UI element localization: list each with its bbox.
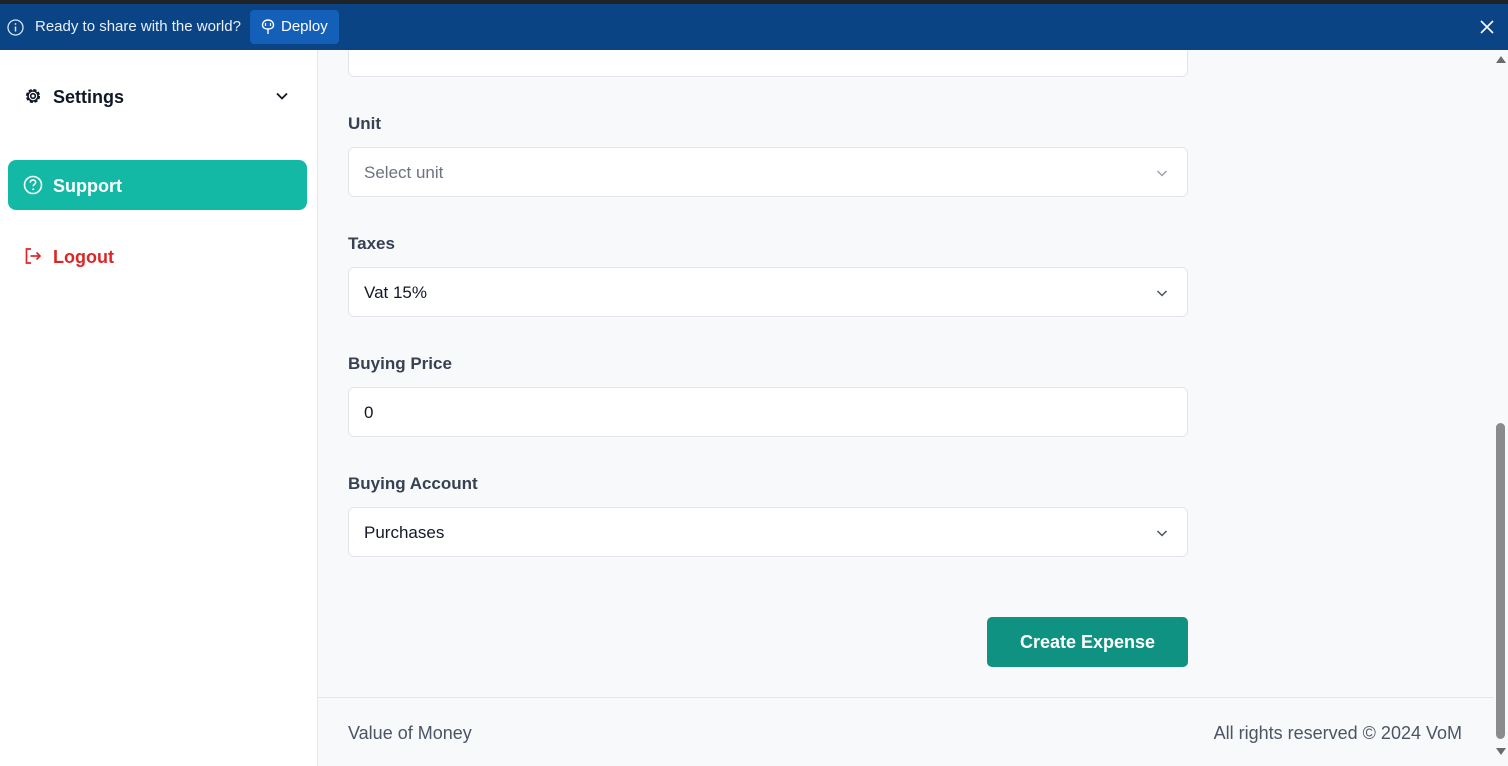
buying-price-value: 0 [364, 403, 374, 422]
footer-brand: Value of Money [348, 723, 472, 743]
sidebar: Settings Support Logout [0, 47, 318, 766]
buying-account-value: Purchases [364, 523, 445, 542]
unit-select[interactable]: Select unit [348, 147, 1188, 197]
sidebar-item-label: Support [53, 176, 122, 196]
close-icon[interactable] [1480, 20, 1494, 34]
sidebar-item-logout[interactable]: Logout [8, 236, 307, 276]
deploy-label: Deploy [281, 18, 328, 35]
main-content: Unit Select unit Taxes Vat 15% Buying Pr… [318, 26, 1494, 766]
sidebar-item-settings[interactable]: Settings [8, 76, 307, 116]
deploy-icon [261, 19, 275, 34]
buying-price-input[interactable]: 0 [348, 387, 1188, 437]
banner-message: Ready to share with the world? [35, 18, 241, 35]
deploy-button[interactable]: Deploy [250, 10, 339, 44]
sidebar-item-label: Settings [53, 87, 125, 107]
taxes-select-value: Vat 15% [364, 283, 428, 302]
scrollbar-thumb[interactable] [1496, 423, 1505, 739]
sidebar-item-support[interactable]: Support [8, 160, 307, 210]
scroll-down-arrow-icon[interactable] [1496, 748, 1506, 755]
sidebar-item-label: Logout [53, 247, 114, 267]
scroll-up-arrow-icon[interactable] [1496, 56, 1506, 63]
buying-price-label: Buying Price [348, 354, 452, 373]
footer: Value of Money All rights reserved © 202… [318, 697, 1494, 766]
buying-account-select[interactable]: Purchases [348, 507, 1188, 557]
footer-copyright: All rights reserved © 2024 VoM [1213, 723, 1462, 743]
deploy-banner: Ready to share with the world? Deploy [0, 4, 1508, 50]
buying-account-label: Buying Account [348, 474, 478, 493]
create-expense-button[interactable]: Create Expense [987, 617, 1188, 667]
logout-icon [25, 248, 42, 264]
chevron-down-icon [1156, 170, 1168, 177]
taxes-select[interactable]: Vat 15% [348, 267, 1188, 317]
chevron-down-icon [1156, 290, 1168, 297]
taxes-label: Taxes [348, 234, 395, 253]
page-scrollbar[interactable] [1494, 50, 1508, 766]
unit-label: Unit [348, 114, 382, 133]
chevron-down-icon [276, 92, 288, 100]
info-icon [7, 19, 24, 36]
gear-icon [25, 88, 41, 104]
question-circle-icon [23, 175, 43, 195]
unit-select-placeholder: Select unit [364, 163, 444, 182]
chevron-down-icon [1156, 530, 1168, 537]
